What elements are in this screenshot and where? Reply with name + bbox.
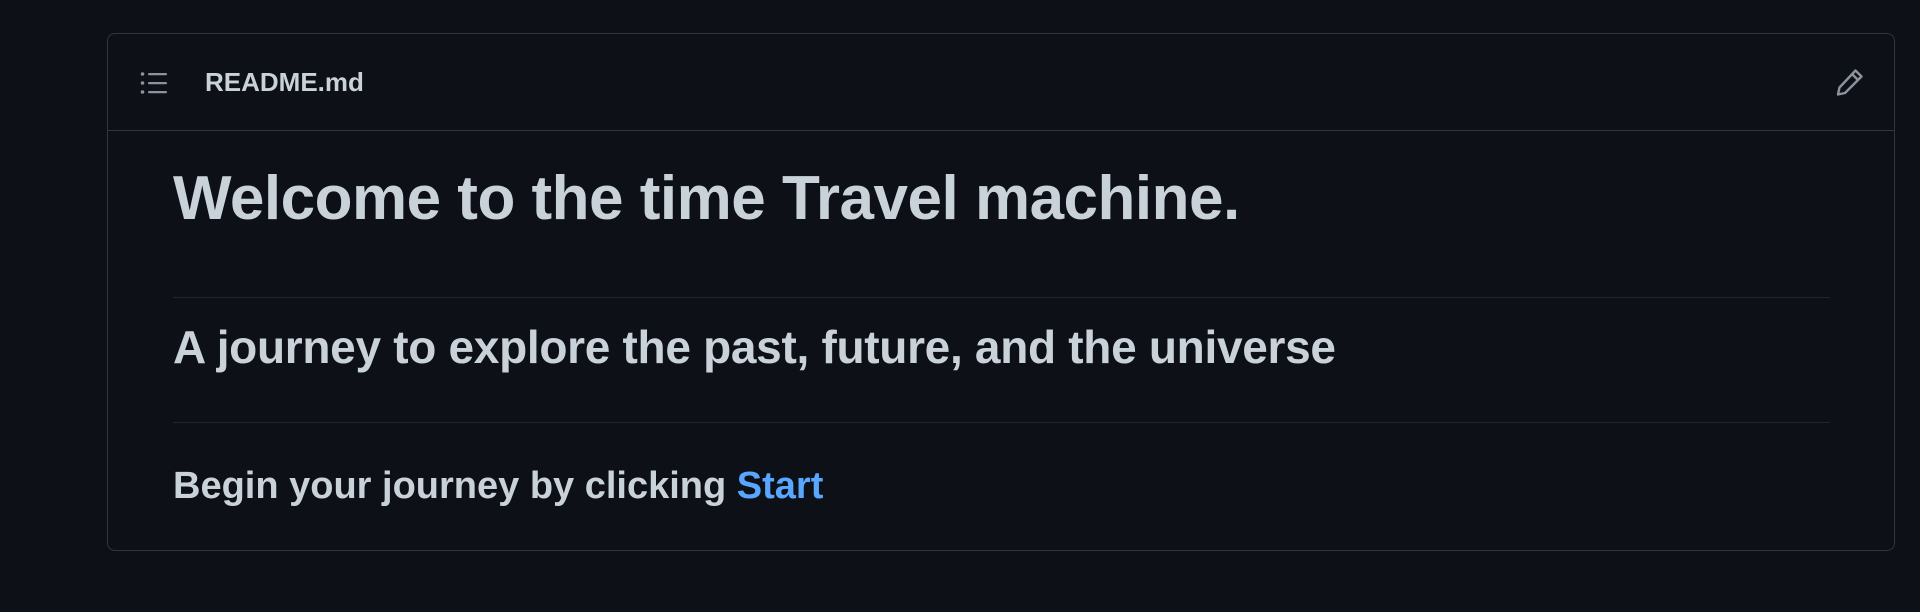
sub-heading: A journey to explore the past, future, a… — [173, 321, 1336, 373]
subheading-divider — [173, 422, 1830, 423]
intro-paragraph: Begin your journey by clicking Start — [173, 462, 823, 510]
pencil-icon — [1836, 69, 1863, 96]
heading-divider — [173, 297, 1830, 298]
main-heading: Welcome to the time Travel machine. — [173, 164, 1240, 233]
start-link[interactable]: Start — [737, 465, 824, 507]
file-name-label[interactable]: README.md — [205, 34, 364, 131]
outline-button[interactable] — [139, 68, 169, 98]
list-unordered-icon — [140, 72, 167, 94]
readme-header: README.md — [108, 34, 1894, 131]
readme-panel: README.md Welcome to the time Travel mac… — [107, 33, 1895, 551]
intro-paragraph-text: Begin your journey by clicking — [173, 465, 737, 507]
readme-content: Welcome to the time Travel machine. A jo… — [173, 131, 1830, 507]
edit-file-button[interactable] — [1834, 66, 1866, 98]
